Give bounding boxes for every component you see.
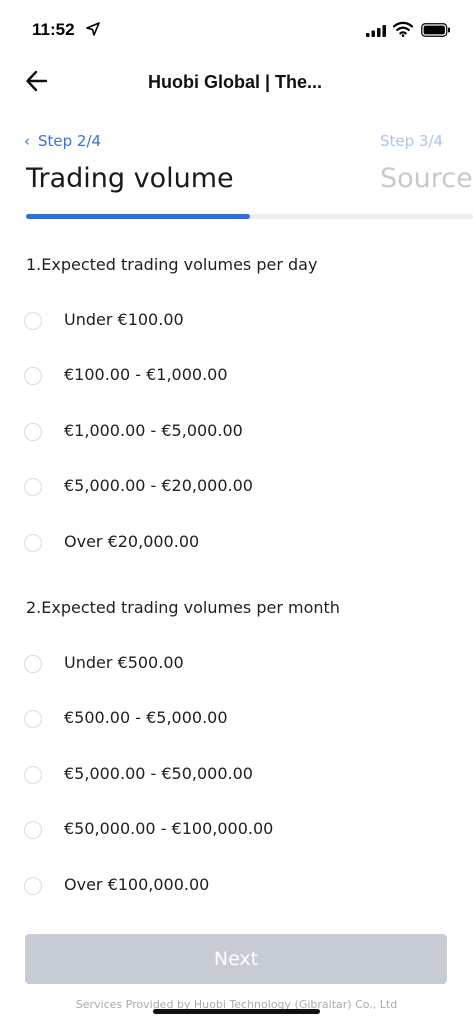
option-label: Under €100.00: [64, 310, 184, 329]
radio-button[interactable]: [24, 655, 42, 673]
wifi-icon: [393, 21, 413, 37]
option-label: Under €500.00: [64, 653, 184, 672]
previous-step-link[interactable]: ‹ Step 2/4: [24, 132, 101, 150]
question-daily-volume: 1.Expected trading volumes per day: [26, 255, 318, 274]
option-label: €1,000.00 - €5,000.00: [64, 421, 243, 440]
radio-button[interactable]: [24, 478, 42, 496]
step-progress-fill: [26, 214, 250, 219]
radio-button[interactable]: [24, 710, 42, 728]
option-label: €50,000.00 - €100,000.00: [64, 819, 274, 838]
option-daily-1000-5000[interactable]: €1,000.00 - €5,000.00: [24, 419, 444, 447]
option-monthly-under-500[interactable]: Under €500.00: [24, 651, 444, 679]
chevron-left-icon: ‹: [24, 132, 30, 150]
option-label: €100.00 - €1,000.00: [64, 365, 228, 384]
nav-bar: Huobi Global | The...: [0, 60, 473, 104]
radio-button[interactable]: [24, 367, 42, 385]
radio-button[interactable]: [24, 312, 42, 330]
radio-button[interactable]: [24, 534, 42, 552]
radio-button[interactable]: [24, 766, 42, 784]
status-time: 11:52: [32, 20, 75, 39]
previous-step-label: Step 2/4: [38, 132, 102, 150]
option-daily-5000-20000[interactable]: €5,000.00 - €20,000.00: [24, 474, 444, 502]
step-title: Trading volume: [26, 163, 234, 194]
option-label: Over €100,000.00: [64, 875, 210, 894]
next-step-label: Step 3/4: [380, 132, 444, 150]
option-monthly-5000-50000[interactable]: €5,000.00 - €50,000.00: [24, 762, 444, 790]
next-step-title: Source: [380, 163, 473, 194]
location-arrow-icon: [86, 22, 100, 36]
option-daily-under-100[interactable]: Under €100.00: [24, 308, 444, 336]
cellular-signal-icon: [366, 25, 386, 37]
option-label: €5,000.00 - €50,000.00: [64, 764, 253, 783]
option-monthly-500-5000[interactable]: €500.00 - €5,000.00: [24, 706, 444, 734]
home-indicator[interactable]: [153, 1009, 320, 1014]
option-daily-over-20000[interactable]: Over €20,000.00: [24, 530, 444, 558]
radio-button[interactable]: [24, 877, 42, 895]
step-progress-track: [26, 214, 473, 219]
option-daily-100-1000[interactable]: €100.00 - €1,000.00: [24, 363, 444, 391]
status-bar: 11:52: [0, 0, 473, 60]
option-label: €500.00 - €5,000.00: [64, 708, 228, 727]
radio-button[interactable]: [24, 423, 42, 441]
battery-icon: [421, 23, 450, 37]
option-label: €5,000.00 - €20,000.00: [64, 476, 253, 495]
question-monthly-volume: 2.Expected trading volumes per month: [26, 598, 340, 617]
radio-button[interactable]: [24, 821, 42, 839]
back-arrow-icon[interactable]: [24, 68, 50, 94]
option-label: Over €20,000.00: [64, 532, 200, 551]
option-monthly-50000-100000[interactable]: €50,000.00 - €100,000.00: [24, 817, 444, 845]
option-monthly-over-100000[interactable]: Over €100,000.00: [24, 873, 444, 901]
next-button[interactable]: Next: [25, 934, 447, 984]
page-title: Huobi Global | The...: [147, 72, 323, 92]
